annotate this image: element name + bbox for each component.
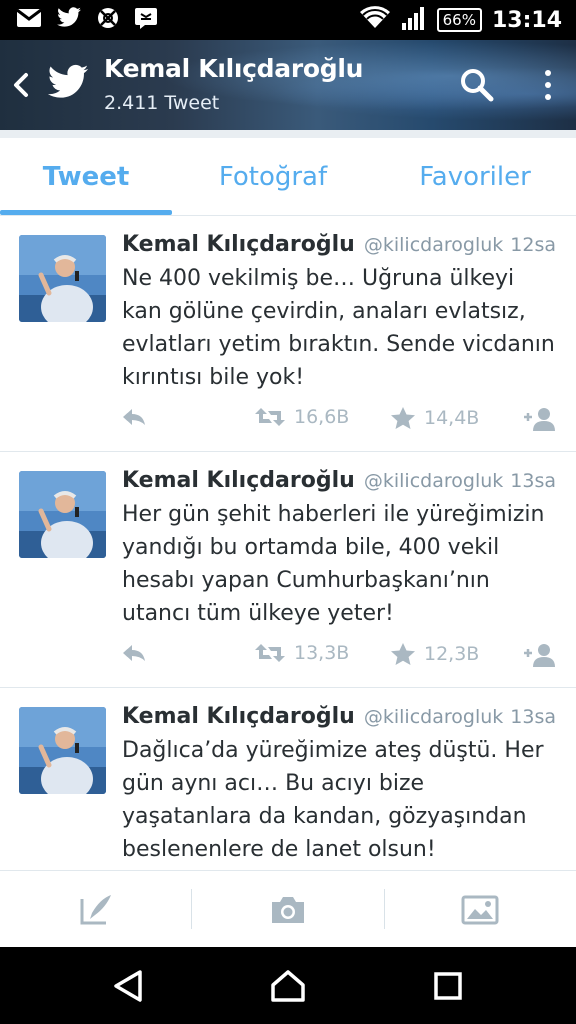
author-handle[interactable]: @kilicdarogluk bbox=[364, 470, 503, 492]
add-user-icon bbox=[524, 644, 555, 667]
avatar[interactable] bbox=[19, 707, 106, 794]
battery-icon: 66% bbox=[436, 8, 482, 32]
retweet-icon bbox=[255, 408, 285, 426]
compose-tweet-button[interactable] bbox=[0, 871, 192, 948]
tweet-text: Dağlıca’da yüreğimize ateş düştü. Her gü… bbox=[122, 734, 562, 866]
search-icon bbox=[461, 69, 494, 102]
follow-button[interactable] bbox=[522, 406, 558, 432]
camera-button[interactable] bbox=[192, 871, 384, 948]
star-icon bbox=[391, 643, 415, 665]
search-button[interactable] bbox=[458, 66, 496, 108]
status-bar: 66% 13:14 bbox=[0, 0, 576, 40]
author-name[interactable]: Kemal Kılıçdaroğlu bbox=[122, 468, 355, 493]
tweet-time: 13sa bbox=[510, 706, 556, 728]
dot-icon bbox=[545, 82, 551, 88]
tweet-text-line: yandığı bu ortamda bile, 400 vekil bbox=[122, 535, 500, 560]
tab-photos[interactable]: Fotoğraf bbox=[172, 138, 374, 216]
tweet-text-line: yaşatanlara da kandan, gözyaşından bbox=[122, 804, 527, 829]
favorite-button[interactable]: 12,3B bbox=[390, 642, 479, 666]
tweet-text: Her gün şehit haberleri ile yüreğimizin … bbox=[122, 498, 562, 630]
tweet-text: Ne 400 vekilmiş be… Uğruna ülkeyi kan gö… bbox=[122, 262, 562, 394]
tweet-text-line: beslenenlere de lanet olsun! bbox=[122, 837, 436, 862]
back-button[interactable] bbox=[8, 68, 34, 102]
favorite-count: 14,4B bbox=[424, 407, 480, 429]
author-handle[interactable]: @kilicdarogluk bbox=[364, 706, 503, 728]
active-tab-indicator bbox=[0, 210, 172, 215]
retweet-count: 16,6B bbox=[294, 406, 350, 428]
profile-header: Kemal Kılıçdaroğlu 2.411 Tweet bbox=[0, 40, 576, 130]
star-icon bbox=[391, 407, 415, 429]
signal-icon bbox=[401, 5, 427, 35]
author-name[interactable]: Kemal Kılıçdaroğlu bbox=[122, 232, 355, 257]
add-user-icon bbox=[524, 408, 555, 431]
recents-icon bbox=[434, 972, 462, 1000]
reply-icon bbox=[123, 409, 145, 425]
twitter-icon bbox=[56, 7, 82, 33]
retweet-icon bbox=[255, 644, 285, 662]
reply-button[interactable] bbox=[120, 642, 148, 664]
tweet-count: 2.411 Tweet bbox=[104, 92, 220, 114]
system-navigation-bar bbox=[0, 947, 576, 1024]
tweet-header: Kemal Kılıçdaroğlu @kilicdarogluk bbox=[122, 232, 562, 266]
gmail-icon bbox=[16, 7, 42, 33]
tweet-text-line: utancı tüm ülkeye yeter! bbox=[122, 601, 394, 626]
tweet-text-line: kırıntısı bile yok! bbox=[122, 365, 305, 390]
reply-button[interactable] bbox=[120, 406, 148, 428]
tweet-text-line: Ne 400 vekilmiş be… Uğruna ülkeyi bbox=[122, 266, 515, 291]
compose-bar bbox=[0, 870, 576, 947]
tweet-text-line: hesabı yapan Cumhurbaşkanı’nın bbox=[122, 568, 490, 593]
tweet-actions: 16,6B 14,4B bbox=[0, 406, 576, 436]
profile-tabs: Tweet Fotoğraf Favoriler bbox=[0, 138, 576, 216]
tweet-time: 12sa bbox=[510, 234, 556, 256]
tweet[interactable]: Kemal Kılıçdaroğlu @kilicdarogluk 13sa H… bbox=[0, 452, 576, 688]
nav-back-button[interactable] bbox=[98, 963, 158, 1009]
nav-home-button[interactable] bbox=[258, 963, 318, 1009]
divider bbox=[0, 130, 576, 138]
home-icon bbox=[271, 970, 305, 1002]
tab-favorites[interactable]: Favoriler bbox=[374, 138, 576, 216]
chevron-left-icon bbox=[14, 73, 28, 97]
favorite-count: 12,3B bbox=[424, 643, 480, 665]
compose-icon bbox=[80, 894, 111, 924]
tweet-text-line: Dağlıca’da yüreğimize ateş düştü. Her bbox=[122, 738, 544, 763]
clock: 13:14 bbox=[491, 7, 562, 33]
tweet-text-line: evlatları yetim bıraktın. Sende vicdanın bbox=[122, 332, 555, 357]
dot-icon bbox=[545, 70, 551, 76]
back-triangle-icon bbox=[114, 970, 142, 1002]
tab-tweet[interactable]: Tweet bbox=[0, 138, 172, 216]
tweet[interactable]: Kemal Kılıçdaroğlu @kilicdarogluk 12sa N… bbox=[0, 216, 576, 452]
avatar[interactable] bbox=[19, 471, 106, 558]
image-icon bbox=[461, 895, 499, 924]
reply-icon bbox=[123, 645, 145, 661]
retweet-button[interactable]: 16,6B bbox=[254, 406, 349, 428]
no-disturb-icon bbox=[96, 6, 120, 34]
tweet-text-line: gün aynı acı… Bu acıyı bize bbox=[122, 771, 425, 796]
gallery-button[interactable] bbox=[384, 871, 576, 948]
avatar[interactable] bbox=[19, 235, 106, 322]
follow-button[interactable] bbox=[522, 642, 558, 668]
tweet[interactable]: Kemal Kılıçdaroğlu @kilicdarogluk 13sa D… bbox=[0, 688, 576, 870]
tweet-header: Kemal Kılıçdaroğlu @kilicdarogluk bbox=[122, 704, 562, 738]
author-name[interactable]: Kemal Kılıçdaroğlu bbox=[122, 704, 355, 729]
tweet-actions: 13,3B 12,3B bbox=[0, 642, 576, 672]
retweet-button[interactable]: 13,3B bbox=[254, 642, 349, 664]
favorite-button[interactable]: 14,4B bbox=[390, 406, 479, 430]
dot-icon bbox=[545, 94, 551, 100]
timeline[interactable]: Kemal Kılıçdaroğlu @kilicdarogluk 12sa N… bbox=[0, 216, 576, 870]
message-icon bbox=[134, 7, 158, 33]
nav-recents-button[interactable] bbox=[418, 963, 478, 1009]
tweet-time: 13sa bbox=[510, 470, 556, 492]
tweet-text-line: Her gün şehit haberleri ile yüreğimizin bbox=[122, 502, 545, 527]
camera-icon bbox=[272, 896, 304, 923]
overflow-menu-button[interactable] bbox=[536, 62, 560, 108]
twitter-logo-icon bbox=[46, 64, 90, 106]
wifi-icon bbox=[359, 6, 391, 34]
tweet-header: Kemal Kılıçdaroğlu @kilicdarogluk bbox=[122, 468, 562, 502]
retweet-count: 13,3B bbox=[294, 642, 350, 664]
profile-name: Kemal Kılıçdaroğlu bbox=[104, 54, 364, 83]
tweet-text-line: kan gölüne çevirdin, anaları evlatsız, bbox=[122, 299, 526, 324]
author-handle[interactable]: @kilicdarogluk bbox=[364, 234, 503, 256]
